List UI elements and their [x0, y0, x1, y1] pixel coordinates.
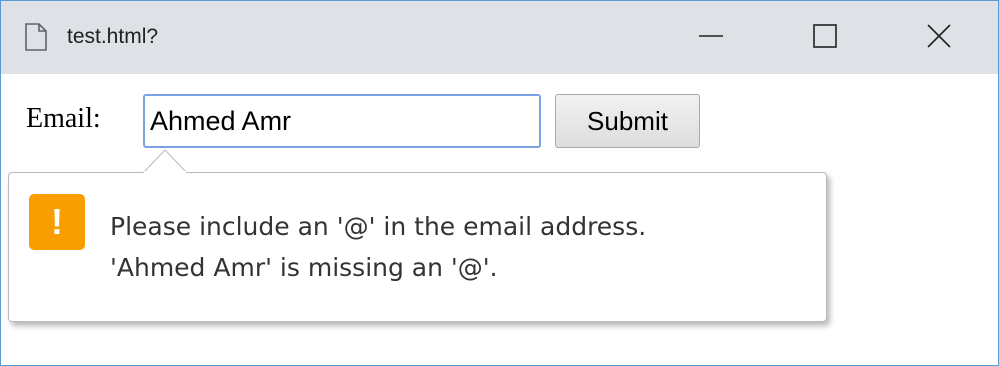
minimize-button[interactable]: [681, 15, 741, 61]
close-icon: [926, 23, 952, 54]
page-content: Email: Submit ! Please include an '@' in…: [1, 74, 998, 365]
bubble-pointer-mask: [144, 171, 186, 175]
document-icon: [25, 23, 47, 51]
validation-bubble: ! Please include an '@' in the email add…: [8, 172, 827, 322]
validation-message-line1: Please include an '@' in the email addre…: [110, 212, 647, 241]
validation-message-line2: 'Ahmed Amr' is missing an '@'.: [110, 253, 498, 282]
browser-window: test.html? Email: Submit: [0, 0, 999, 366]
window-title: test.html?: [67, 25, 159, 48]
submit-button[interactable]: Submit: [555, 94, 700, 148]
email-label: Email:: [26, 103, 101, 134]
maximize-icon: [812, 23, 838, 54]
maximize-button[interactable]: [795, 15, 855, 61]
validation-message: Please include an '@' in the email addre…: [110, 206, 646, 288]
warning-icon: !: [29, 194, 85, 250]
minimize-icon: [698, 23, 724, 54]
title-bar[interactable]: test.html?: [1, 1, 998, 74]
close-button[interactable]: [909, 15, 969, 61]
email-field[interactable]: [143, 94, 541, 148]
